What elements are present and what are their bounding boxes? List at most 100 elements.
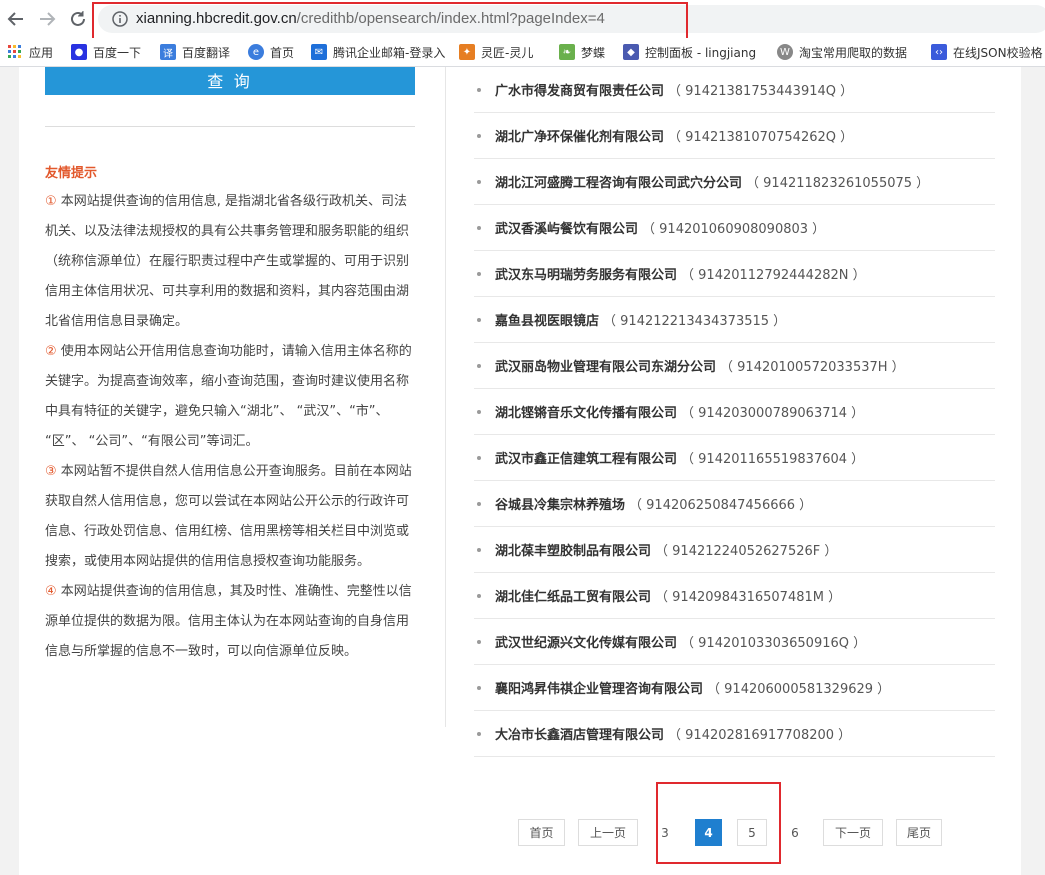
credit-code: （ 914212213434373515 ） [603, 314, 787, 329]
company-item[interactable]: 武汉世纪源兴文化传媒有限公司 （ 91420103303650916Q ） [474, 619, 995, 665]
tip-number: ② [45, 344, 57, 359]
bookmark-control-panel[interactable]: ◆ 控制面板 - lingjiang [623, 43, 760, 61]
bookmark-label: 首页 [270, 45, 295, 60]
credit-code: （ 91420984316507481M ） [655, 590, 842, 605]
credit-code: （ 91420100572033537H ） [720, 360, 905, 375]
bookmarks-bar: 应用 ● 百度一下 译 百度翻译 e 首页 ✉ 腾讯企业邮箱-登录入 ✦ 灵匠-… [0, 38, 1045, 67]
bullet [477, 87, 481, 92]
bullet [477, 685, 481, 690]
credit-code: （ 914201165519837604 ） [681, 452, 865, 467]
company-name[interactable]: 湖北佳仁纸品工贸有限公司 [495, 586, 651, 605]
bullet [477, 179, 481, 184]
credit-code: （ 914201060908090803 ） [642, 222, 826, 237]
bookmark-baidu-translate[interactable]: 译 百度翻译 [160, 43, 230, 61]
tip-item: ① 本网站提供查询的信用信息, 是指湖北省各级行政机关、司法机关、以及法律法规授… [45, 187, 417, 337]
company-name[interactable]: 大冶市长鑫酒店管理有限公司 [495, 724, 664, 743]
pager-prev[interactable]: 上一页 [578, 819, 638, 846]
company-item[interactable]: 湖北佳仁纸品工贸有限公司 （ 91420984316507481M ） [474, 573, 995, 619]
company-item[interactable]: 广水市得发商贸有限责任公司 （ 91421381753443914Q ） [474, 67, 995, 113]
bullet [477, 133, 481, 138]
credit-code: （ 91421381070754262Q ） [668, 130, 854, 145]
page-viewport: 查 询 友情提示 ① 本网站提供查询的信用信息, 是指湖北省各级行政机关、司法机… [0, 67, 1045, 875]
company-name[interactable]: 湖北广净环保催化剂有限公司 [495, 126, 664, 145]
bullet [477, 317, 481, 322]
tip-item: ② 使用本网站公开信用信息查询功能时，请输入信用主体名称的关键字。为提高查询效率… [45, 337, 417, 457]
company-name[interactable]: 湖北铿锵音乐文化传播有限公司 [495, 402, 677, 421]
company-item[interactable]: 武汉市鑫正信建筑工程有限公司 （ 914201165519837604 ） [474, 435, 995, 481]
company-name[interactable]: 武汉市鑫正信建筑工程有限公司 [495, 448, 677, 467]
credit-code: （ 914206250847456666 ） [629, 498, 813, 513]
bullet [477, 455, 481, 460]
pager-highlight-box [656, 782, 781, 864]
bookmark-label: 腾讯企业邮箱-登录入 [333, 45, 445, 60]
bookmark-taobao-crawl[interactable]: W 淘宝常用爬取的数据 [777, 43, 914, 61]
bookmark-lingjiang[interactable]: ✦ 灵匠-灵儿 [459, 43, 533, 61]
bookmark-mengdie[interactable]: ❧ 梦蝶 [559, 43, 605, 61]
company-item[interactable]: 湖北江河盛腾工程咨询有限公司武穴分公司 （ 914211823261055075 … [474, 159, 995, 205]
leaf-icon: ❧ [559, 44, 575, 60]
pager-next[interactable]: 下一页 [823, 819, 883, 846]
tip-number: ④ [45, 584, 57, 599]
pager-last[interactable]: 尾页 [896, 819, 942, 846]
credit-code: （ 91421224052627526F ） [655, 544, 838, 559]
bookmark-apps[interactable]: 应用 [7, 43, 53, 61]
divider [45, 126, 415, 127]
company-name[interactable]: 嘉鱼县视医眼镜店 [495, 310, 599, 329]
company-name[interactable]: 湖北江河盛腾工程咨询有限公司武穴分公司 [495, 172, 742, 191]
apps-grid-icon [7, 44, 23, 60]
bookmark-label: 百度一下 [93, 45, 142, 60]
company-item[interactable]: 武汉香溪屿餐饮有限公司 （ 914201060908090803 ） [474, 205, 995, 251]
pager-first[interactable]: 首页 [518, 819, 565, 846]
company-item[interactable]: 襄阳鸿昇伟祺企业管理咨询有限公司 （ 914206000581329629 ） [474, 665, 995, 711]
bookmark-label: 灵匠-灵儿 [481, 45, 534, 60]
tip-text: 本网站提供查询的信用信息, 是指湖北省各级行政机关、司法机关、以及法律法规授权的… [45, 194, 410, 329]
company-name[interactable]: 武汉东马明瑞劳务服务有限公司 [495, 264, 677, 283]
tip-item: ④ 本网站提供查询的信用信息，其及时性、准确性、完整性以信源单位提供的数据为限。… [45, 577, 417, 667]
company-item[interactable]: 武汉东马明瑞劳务服务有限公司 （ 91420112792444282N ） [474, 251, 995, 297]
credit-code: （ 91421381753443914Q ） [668, 84, 854, 99]
bookmark-label: 梦蝶 [581, 45, 606, 60]
code-icon: ‹› [931, 44, 947, 60]
panel-icon: ◆ [623, 44, 639, 60]
bullet [477, 639, 481, 644]
company-item[interactable]: 武汉丽岛物业管理有限公司东湖分公司 （ 91420100572033537H ） [474, 343, 995, 389]
company-item[interactable]: 湖北铿锵音乐文化传播有限公司 （ 914203000789063714 ） [474, 389, 995, 435]
company-name[interactable]: 谷城县冷集宗林养殖场 [495, 494, 625, 513]
tip-text: 使用本网站公开信用信息查询功能时，请输入信用主体名称的关键字。为提高查询效率，缩… [45, 344, 412, 449]
company-item[interactable]: 湖北葆丰塑胶制品有限公司 （ 91421224052627526F ） [474, 527, 995, 573]
bookmark-label: 应用 [29, 45, 54, 60]
browser-toolbar: xianning.hbcredit.gov.cn/credithb/opense… [0, 0, 1045, 41]
bookmark-label: 淘宝常用爬取的数据 [799, 45, 908, 60]
bookmark-json-validator[interactable]: ‹› 在线JSON校验格 [931, 43, 1045, 61]
company-item[interactable]: 大冶市长鑫酒店管理有限公司 （ 914202816917708200 ） [474, 711, 995, 757]
company-item[interactable]: 湖北广净环保催化剂有限公司 （ 91421381070754262Q ） [474, 113, 995, 159]
pager-page-6[interactable]: 6 [781, 819, 809, 846]
company-name[interactable]: 武汉丽岛物业管理有限公司东湖分公司 [495, 356, 716, 375]
bullet [477, 225, 481, 230]
company-item[interactable]: 谷城县冷集宗林养殖场 （ 914206250847456666 ） [474, 481, 995, 527]
bookmark-baidu[interactable]: ● 百度一下 [71, 43, 141, 61]
bullet [477, 547, 481, 552]
bookmark-label: 在线JSON校验格 [953, 45, 1043, 60]
bullet [477, 409, 481, 414]
company-name[interactable]: 湖北葆丰塑胶制品有限公司 [495, 540, 651, 559]
reload-icon[interactable] [67, 8, 89, 30]
tips-title: 友情提示 [45, 166, 98, 181]
query-button[interactable]: 查 询 [45, 67, 415, 95]
company-name[interactable]: 武汉世纪源兴文化传媒有限公司 [495, 632, 677, 651]
bookmark-home[interactable]: e 首页 [248, 43, 294, 61]
company-name[interactable]: 广水市得发商贸有限责任公司 [495, 80, 664, 99]
globe-icon: e [248, 44, 264, 60]
tips-body: ① 本网站提供查询的信用信息, 是指湖北省各级行政机关、司法机关、以及法律法规授… [45, 187, 417, 667]
tip-text: 本网站提供查询的信用信息，其及时性、准确性、完整性以信源单位提供的数据为限。信用… [45, 584, 412, 659]
company-name[interactable]: 武汉香溪屿餐饮有限公司 [495, 218, 638, 237]
bullet [477, 363, 481, 368]
back-arrow-icon[interactable] [5, 8, 27, 30]
baidu-paw-icon: ● [71, 44, 87, 60]
credit-code: （ 91420112792444282N ） [681, 268, 866, 283]
company-item[interactable]: 嘉鱼县视医眼镜店 （ 914212213434373515 ） [474, 297, 995, 343]
company-name[interactable]: 襄阳鸿昇伟祺企业管理咨询有限公司 [495, 678, 703, 697]
forward-arrow-icon[interactable] [36, 8, 58, 30]
bookmark-tencent-mail[interactable]: ✉ 腾讯企业邮箱-登录入 [311, 43, 445, 61]
tip-text: 本网站暂不提供自然人信用信息公开查询服务。目前在本网站获取自然人信用信息，您可以… [45, 464, 412, 569]
